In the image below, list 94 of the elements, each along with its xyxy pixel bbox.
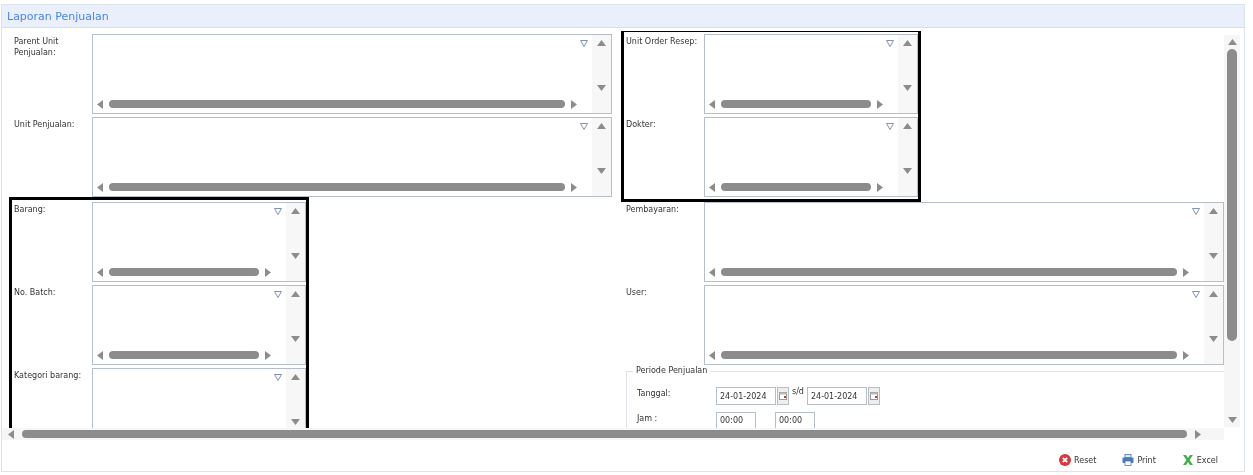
scroll-up-icon[interactable] <box>1227 39 1237 45</box>
scroll-down-icon[interactable] <box>291 253 300 259</box>
scroll-up-icon[interactable] <box>903 40 912 46</box>
field-label: Unit Penjualan: <box>13 119 76 131</box>
scroll-right-icon[interactable] <box>571 182 577 192</box>
scroll-left-icon[interactable] <box>97 99 103 109</box>
scrollbar-thumb[interactable] <box>721 268 1177 276</box>
scroll-left-icon[interactable] <box>97 350 103 360</box>
field-label: Kategori barang: <box>13 370 83 382</box>
field-label: User: <box>625 287 648 299</box>
list-box[interactable] <box>92 34 612 114</box>
scroll-up-icon[interactable] <box>291 208 300 214</box>
scroll-left-icon[interactable] <box>97 267 103 277</box>
scroll-left-icon[interactable] <box>709 182 715 192</box>
scroll-left-icon[interactable] <box>709 350 715 360</box>
scroll-up-icon[interactable] <box>291 374 300 380</box>
field-label: Jam : <box>637 413 659 423</box>
scroll-left-icon[interactable] <box>8 429 14 439</box>
scroll-right-icon[interactable] <box>1183 350 1189 360</box>
filter-icon[interactable] <box>274 374 282 381</box>
scrollbar-thumb[interactable] <box>109 183 565 191</box>
field-label: Dokter: <box>625 119 657 131</box>
scroll-right-icon[interactable] <box>265 267 271 277</box>
scroll-down-icon[interactable] <box>291 336 300 342</box>
list-box[interactable] <box>92 117 612 197</box>
scrollbar-thumb[interactable] <box>109 351 259 359</box>
scroll-up-icon[interactable] <box>1209 208 1218 214</box>
filter-icon[interactable] <box>580 40 588 47</box>
printer-icon <box>1122 454 1135 466</box>
close-circle-icon <box>1059 454 1072 466</box>
scrollbar-thumb[interactable] <box>721 351 1177 359</box>
scroll-right-icon[interactable] <box>1183 267 1189 277</box>
scroll-right-icon[interactable] <box>877 99 883 109</box>
list-box[interactable] <box>704 117 918 197</box>
scrollbar-thumb[interactable] <box>1227 49 1237 341</box>
field-label: No. Batch: <box>13 287 57 299</box>
vertical-scrollbar[interactable] <box>1224 35 1240 427</box>
reset-button[interactable]: Reset <box>1059 454 1097 466</box>
scroll-right-icon[interactable] <box>265 350 271 360</box>
scroll-right-icon[interactable] <box>571 99 577 109</box>
range-separator: s/d <box>792 387 804 396</box>
scroll-up-icon[interactable] <box>291 291 300 297</box>
scroll-right-icon[interactable] <box>1195 429 1201 439</box>
filter-icon[interactable] <box>886 123 894 130</box>
scroll-down-icon[interactable] <box>597 168 606 174</box>
scroll-down-icon[interactable] <box>597 85 606 91</box>
scrollbar-thumb[interactable] <box>721 100 871 108</box>
scroll-left-icon[interactable] <box>709 267 715 277</box>
scrollbar-thumb[interactable] <box>109 100 565 108</box>
field-label: Tanggal: <box>637 388 672 398</box>
spreadsheet-icon <box>1181 454 1194 466</box>
list-box[interactable] <box>92 368 306 428</box>
excel-button[interactable]: Excel <box>1181 454 1218 466</box>
date-field[interactable]: 24-01-2024 <box>716 387 776 405</box>
list-box[interactable] <box>704 285 1224 365</box>
field-label: Barang: <box>13 204 47 216</box>
scroll-up-icon[interactable] <box>597 123 606 129</box>
calendar-icon <box>779 392 787 400</box>
scrollbar-thumb[interactable] <box>721 183 871 191</box>
list-box[interactable] <box>704 202 1224 282</box>
fieldset-legend: Periode Penjualan <box>633 366 711 375</box>
print-button[interactable]: Print <box>1122 454 1156 466</box>
scroll-up-icon[interactable] <box>597 40 606 46</box>
date-field[interactable]: 24-01-2024 <box>806 387 867 405</box>
filter-icon[interactable] <box>886 40 894 47</box>
list-box[interactable] <box>92 285 306 365</box>
horizontal-scrollbar[interactable] <box>2 428 1224 440</box>
list-box[interactable] <box>704 34 918 114</box>
panel-title: Laporan Penjualan <box>7 9 109 23</box>
scroll-up-icon[interactable] <box>1209 291 1218 297</box>
scroll-left-icon[interactable] <box>97 182 103 192</box>
scroll-down-icon[interactable] <box>291 419 300 425</box>
filter-icon[interactable] <box>580 123 588 130</box>
scroll-left-icon[interactable] <box>709 99 715 109</box>
filter-icon[interactable] <box>274 208 282 215</box>
field-label: Parent Unit Penjualan: <box>13 36 60 59</box>
field-label: Unit Order Resep: <box>625 36 699 48</box>
scroll-down-icon[interactable] <box>1209 253 1218 259</box>
scroll-up-icon[interactable] <box>903 123 912 129</box>
filter-icon[interactable] <box>1192 291 1200 298</box>
scroll-down-icon[interactable] <box>1227 417 1237 423</box>
scrollbar-thumb[interactable] <box>22 430 1187 438</box>
calendar-button[interactable] <box>867 387 880 405</box>
list-box[interactable] <box>92 202 306 282</box>
filter-icon[interactable] <box>274 291 282 298</box>
scrollbar-thumb[interactable] <box>109 268 259 276</box>
field-label: Pembayaran: <box>625 204 680 216</box>
scroll-down-icon[interactable] <box>903 85 912 91</box>
filter-icon[interactable] <box>1192 208 1200 215</box>
scroll-right-icon[interactable] <box>877 182 883 192</box>
scroll-down-icon[interactable] <box>1209 336 1218 342</box>
calendar-icon <box>869 392 878 400</box>
scroll-down-icon[interactable] <box>903 168 912 174</box>
calendar-button[interactable] <box>777 387 789 405</box>
